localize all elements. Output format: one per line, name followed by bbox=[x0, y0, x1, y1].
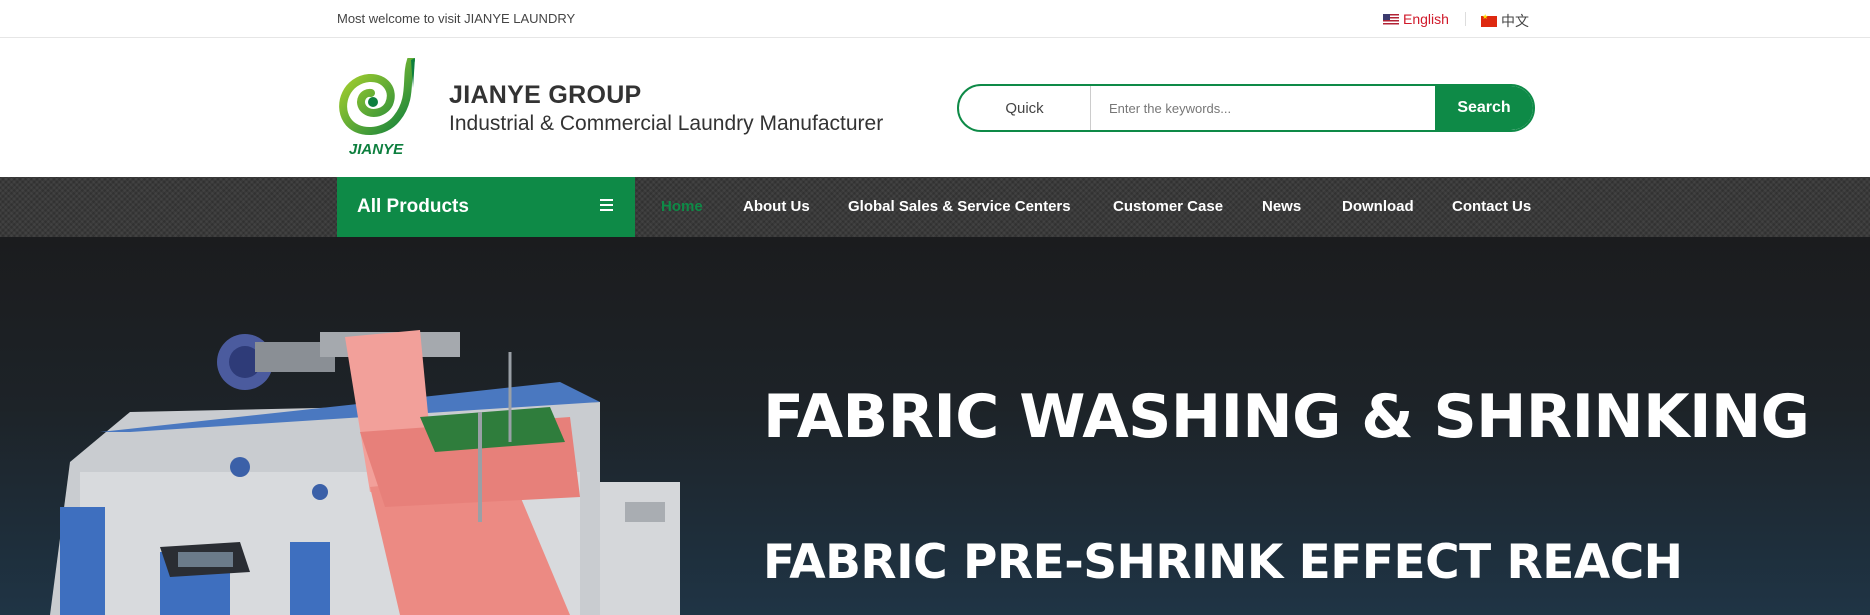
fabric-machine-image bbox=[50, 330, 680, 615]
hero-title-line2: FABRIC PRE-SHRINK EFFECT REACH bbox=[763, 535, 1683, 590]
all-products-menu[interactable]: All Products bbox=[337, 177, 635, 237]
main-nav: All Products Home About Us Global Sales … bbox=[0, 177, 1870, 237]
nav-item-customer-case[interactable]: Customer Case bbox=[1113, 198, 1223, 215]
language-chinese-label: 中文 bbox=[1501, 13, 1529, 29]
language-english-link[interactable]: English bbox=[1383, 11, 1449, 27]
top-bar: Most welcome to visit JIANYE LAUNDRY Eng… bbox=[0, 0, 1870, 38]
nav-item-home[interactable]: Home bbox=[661, 198, 703, 215]
language-english-label: English bbox=[1403, 11, 1449, 27]
language-divider bbox=[1465, 12, 1466, 26]
search-input[interactable] bbox=[1091, 86, 1435, 130]
nav-item-news[interactable]: News bbox=[1262, 198, 1301, 215]
china-flag-icon bbox=[1481, 13, 1497, 27]
search-bar: Quick Search bbox=[957, 84, 1535, 132]
nav-item-global-sales[interactable]: Global Sales & Service Centers bbox=[848, 198, 1071, 215]
nav-item-about-us[interactable]: About Us bbox=[743, 198, 810, 215]
brand-title: JIANYE GROUP bbox=[449, 81, 642, 109]
language-chinese-link[interactable]: 中文 bbox=[1481, 11, 1529, 31]
hamburger-menu-icon bbox=[600, 199, 613, 211]
brand-subtitle: Industrial & Commercial Laundry Manufact… bbox=[449, 112, 884, 135]
search-button[interactable]: Search bbox=[1435, 86, 1533, 130]
us-flag-icon bbox=[1383, 13, 1399, 25]
jianye-logo[interactable]: JIANYE bbox=[335, 58, 417, 158]
welcome-text: Most welcome to visit JIANYE LAUNDRY bbox=[337, 11, 576, 26]
all-products-label: All Products bbox=[357, 196, 469, 217]
site-header: JIANYE JIANYE GROUP Industrial & Commerc… bbox=[0, 38, 1870, 177]
search-quick-dropdown[interactable]: Quick bbox=[959, 86, 1091, 130]
hero-title-line1: FABRIC WASHING & SHRINKING bbox=[763, 382, 1810, 452]
nav-item-download[interactable]: Download bbox=[1342, 198, 1414, 215]
nav-item-contact-us[interactable]: Contact Us bbox=[1452, 198, 1531, 215]
logo-text: JIANYE bbox=[349, 141, 404, 158]
